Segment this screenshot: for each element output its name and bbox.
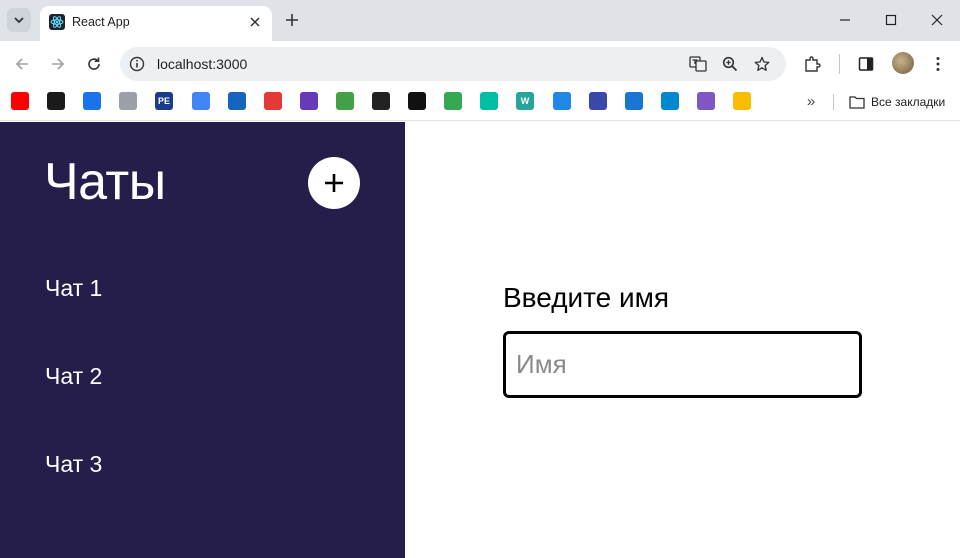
- minimize-button[interactable]: [833, 8, 857, 32]
- toolbar-divider: [839, 54, 840, 74]
- plus-icon: [325, 174, 343, 192]
- react-logo-icon: [49, 14, 65, 30]
- chat-item-3[interactable]: Чат 3: [45, 451, 102, 478]
- tab-title: React App: [72, 15, 130, 29]
- name-label: Введите имя: [503, 282, 670, 313]
- all-bookmarks-label: Все закладки: [871, 95, 946, 109]
- maximize-icon: [885, 14, 897, 26]
- name-input[interactable]: [503, 331, 862, 398]
- drive-icon[interactable]: [733, 92, 751, 110]
- tab-search-button[interactable]: [7, 8, 31, 32]
- side-panel-icon: [858, 57, 874, 71]
- plus-icon: [286, 14, 298, 26]
- bookmarks-overflow-button[interactable]: »: [802, 91, 820, 111]
- folder-icon: [849, 96, 865, 109]
- profile-avatar[interactable]: [892, 52, 914, 74]
- close-icon: [931, 14, 943, 26]
- arrow-right-icon: [52, 58, 65, 70]
- bookmarks-divider: [833, 94, 834, 110]
- star-red-icon[interactable]: [264, 92, 282, 110]
- save-disk-icon[interactable]: [119, 92, 137, 110]
- close-icon: [250, 17, 260, 27]
- chat-item-2[interactable]: Чат 2: [45, 363, 102, 390]
- extensions-button[interactable]: [801, 53, 823, 75]
- tab-close-button[interactable]: [247, 14, 263, 30]
- reload-icon: [88, 57, 100, 70]
- back-button[interactable]: [11, 53, 33, 75]
- floppy-icon[interactable]: [589, 92, 607, 110]
- reload-button[interactable]: [83, 53, 105, 75]
- all-bookmarks-folder[interactable]: Все закладки: [849, 93, 945, 111]
- maximize-button[interactable]: [879, 8, 903, 32]
- translate-icon[interactable]: [688, 54, 708, 74]
- new-tab-button[interactable]: [282, 10, 302, 30]
- arrow-left-icon: [15, 58, 28, 70]
- tab-strip: React App: [0, 0, 960, 41]
- close-window-button[interactable]: [925, 8, 949, 32]
- plus-green-icon[interactable]: [444, 92, 462, 110]
- url-text[interactable]: localhost:3000: [157, 56, 247, 72]
- mgu-icon[interactable]: [697, 92, 715, 110]
- diamond-icon[interactable]: [625, 92, 643, 110]
- address-bar[interactable]: localhost:3000: [120, 47, 786, 81]
- sidebar-title: Чаты: [44, 153, 166, 211]
- minimize-icon: [840, 19, 850, 21]
- zoom-icon[interactable]: [720, 54, 740, 74]
- robot-icon[interactable]: [553, 92, 571, 110]
- add-chat-button[interactable]: [308, 157, 360, 209]
- youtube-icon[interactable]: [11, 92, 29, 110]
- bookmark-star-icon[interactable]: [752, 54, 772, 74]
- info-icon[interactable]: [128, 55, 146, 73]
- more-vert-icon: [936, 57, 940, 71]
- box-icon[interactable]: [661, 92, 679, 110]
- forward-button[interactable]: [47, 53, 69, 75]
- chevron-down-icon: [14, 17, 24, 24]
- puzzle-icon: [805, 56, 821, 72]
- pe-ru-icon[interactable]: PE: [155, 92, 173, 110]
- message-icon[interactable]: [83, 92, 101, 110]
- chat-item-1[interactable]: Чат 1: [45, 275, 102, 302]
- browser-menu-button[interactable]: [927, 53, 949, 75]
- chart-bars-icon[interactable]: [47, 92, 65, 110]
- side-panel-button[interactable]: [855, 53, 877, 75]
- notion-icon[interactable]: [372, 92, 390, 110]
- bookmarks-bar: » Все закладки PE W: [0, 87, 960, 121]
- leaf-icon[interactable]: [336, 92, 354, 110]
- github-icon[interactable]: [408, 92, 426, 110]
- name-form: Введите имя: [405, 122, 960, 558]
- browser-toolbar: localhost:3000: [0, 41, 960, 87]
- chats-sidebar: Чаты Чат 1 Чат 2 Чат 3: [0, 122, 405, 558]
- translate-icon[interactable]: [192, 92, 210, 110]
- w-icon[interactable]: W: [516, 92, 534, 110]
- vector-icon[interactable]: [480, 92, 498, 110]
- app-page: Чаты Чат 1 Чат 2 Чат 3 Введите имя: [0, 122, 960, 558]
- wave-icon[interactable]: [228, 92, 246, 110]
- active-tab[interactable]: React App: [40, 6, 272, 41]
- colorful-icon[interactable]: [300, 92, 318, 110]
